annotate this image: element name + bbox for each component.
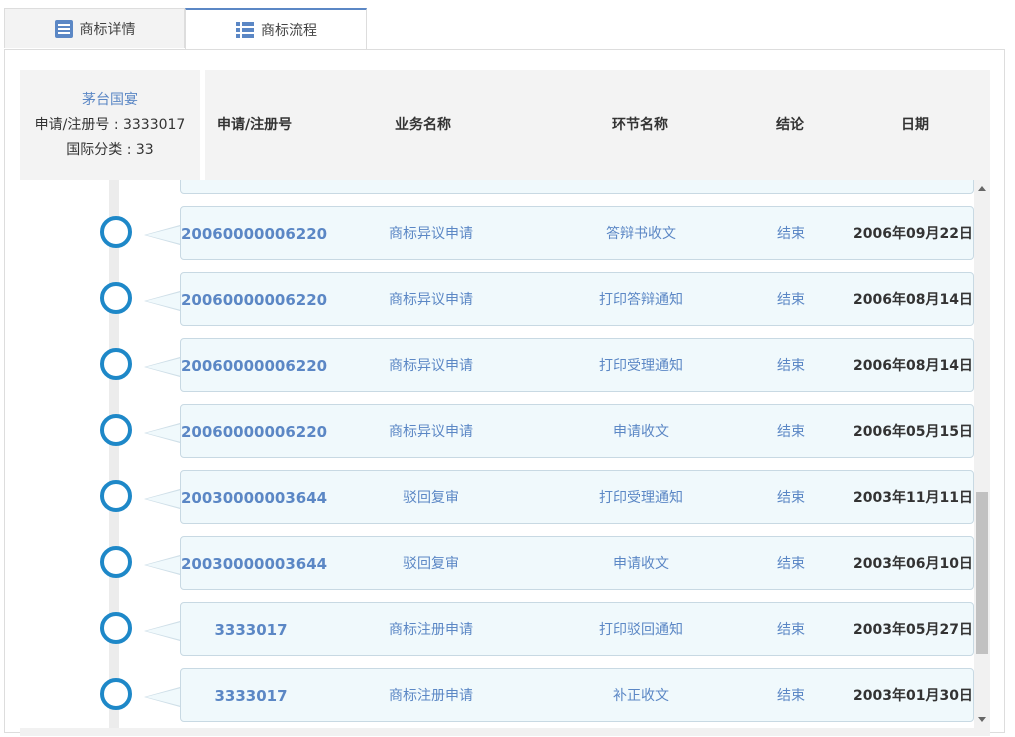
timeline-node-icon bbox=[100, 480, 132, 512]
flow-card: 20030000003644 驳回复审 申请收文 结束 2003年06月10日 bbox=[180, 536, 974, 590]
card-pointer-inner bbox=[146, 556, 181, 574]
row-result: 结束 bbox=[777, 622, 805, 638]
row-result: 结束 bbox=[777, 556, 805, 572]
timeline-row: 20060000006220 商标异议申请 答辩书收文 结束 2006年09月22日 bbox=[20, 206, 974, 272]
timeline-row: 3333017 商标注册申请 补正收文 结束 2003年01月30日 bbox=[20, 668, 974, 728]
row-date: 2003年05月27日 bbox=[853, 622, 973, 638]
tab-bar: 商标详情 商标流程 bbox=[4, 8, 1005, 49]
card-pointer-inner bbox=[146, 292, 181, 310]
timeline-node-icon bbox=[100, 216, 132, 248]
tab-trademark-detail[interactable]: 商标详情 bbox=[4, 8, 185, 48]
row-reg-no[interactable]: 20060000006220 bbox=[181, 273, 327, 327]
flow-card: 20060000006220 商标异议申请 打印答辩通知 结束 2006年08月14日 bbox=[180, 272, 974, 326]
column-header-business: 业务名称 bbox=[395, 117, 451, 133]
row-reg-no[interactable]: 3333017 bbox=[181, 669, 321, 723]
list-doc-icon bbox=[54, 19, 73, 38]
column-header-date: 日期 bbox=[901, 117, 929, 133]
timeline-node-icon bbox=[100, 678, 132, 710]
card-pointer-inner bbox=[146, 358, 181, 376]
flow-card: 20060000006220 商标异议申请 答辩书收文 结束 2006年09月22日 bbox=[180, 206, 974, 260]
card-pointer-inner bbox=[146, 688, 181, 706]
scroll-up-icon[interactable] bbox=[978, 186, 986, 191]
row-reg-no[interactable]: 20060000006220 bbox=[181, 405, 327, 459]
row-date: 2006年09月22日 bbox=[853, 226, 973, 242]
timeline-row: 20060000006220 商标异议申请 申请收文 结束 2006年05月15日 bbox=[20, 404, 974, 470]
row-reg-no[interactable]: 20060000006220 bbox=[181, 339, 327, 393]
row-date: 2006年05月15日 bbox=[853, 424, 973, 440]
row-date: 2006年08月14日 bbox=[853, 292, 973, 308]
timeline-scroll-area[interactable]: 20060000006220 商标异议申请 答辩书收文 结束 2006年09月22日 20… bbox=[20, 180, 990, 728]
flow-card: 3333017 商标注册申请 补正收文 结束 2003年01月30日 bbox=[180, 668, 974, 722]
row-reg-no[interactable]: 20030000003644 bbox=[181, 471, 327, 525]
timeline-row: 20060000006220 商标异议申请 打印受理通知 结束 2006年08月14日 bbox=[20, 338, 974, 404]
timeline-node-icon bbox=[100, 546, 132, 578]
brand-name[interactable]: 茅台国宴 bbox=[20, 88, 200, 113]
trademark-info-box: 茅台国宴 申请/注册号 : 3333017 国际分类 : 33 bbox=[20, 70, 200, 180]
column-header-result: 结论 bbox=[776, 117, 804, 133]
row-step: 答辩书收文 bbox=[606, 226, 676, 242]
row-step: 打印驳回通知 bbox=[599, 622, 683, 638]
row-result: 结束 bbox=[777, 490, 805, 506]
timeline-row: 3333017 商标注册申请 打印驳回通知 结束 2003年05月27日 bbox=[20, 602, 974, 668]
row-date: 2003年01月30日 bbox=[853, 688, 973, 704]
row-business: 商标异议申请 bbox=[389, 292, 473, 308]
tab-flow-label: 商标流程 bbox=[261, 22, 317, 39]
list-icon bbox=[236, 21, 254, 38]
international-class: 国际分类 : 33 bbox=[66, 142, 154, 158]
column-header-reg-no: 申请/注册号 bbox=[217, 117, 293, 133]
row-date: 2006年08月14日 bbox=[853, 358, 973, 374]
row-business: 商标异议申请 bbox=[389, 424, 473, 440]
row-business: 驳回复审 bbox=[403, 556, 459, 572]
row-date: 2003年11月11日 bbox=[853, 490, 973, 506]
scroll-down-icon[interactable] bbox=[978, 717, 986, 722]
row-step: 打印答辩通知 bbox=[599, 292, 683, 308]
row-reg-no[interactable]: 20030000003644 bbox=[181, 537, 327, 591]
row-result: 结束 bbox=[777, 292, 805, 308]
flow-card: 20060000006220 商标异议申请 打印受理通知 结束 2006年08月14日 bbox=[180, 338, 974, 392]
row-result: 结束 bbox=[777, 358, 805, 374]
row-step: 打印受理通知 bbox=[599, 490, 683, 506]
timeline-node-icon bbox=[100, 414, 132, 446]
row-step: 申请收文 bbox=[613, 424, 669, 440]
card-pointer-inner bbox=[146, 226, 181, 244]
row-date: 2003年06月10日 bbox=[853, 556, 973, 572]
card-pointer-inner bbox=[146, 424, 181, 442]
registration-number: 申请/注册号 : 3333017 bbox=[34, 117, 186, 133]
card-pointer-inner bbox=[146, 490, 181, 508]
timeline-node-icon bbox=[100, 612, 132, 644]
row-reg-no[interactable]: 3333017 bbox=[181, 603, 321, 657]
table-header: 申请/注册号 业务名称 环节名称 结论 日期 bbox=[205, 70, 990, 180]
vertical-scrollbar[interactable] bbox=[974, 180, 990, 728]
tab-detail-label: 商标详情 bbox=[79, 21, 136, 38]
timeline-node-icon bbox=[100, 282, 132, 314]
row-business: 商标注册申请 bbox=[389, 622, 473, 638]
horizontal-scrollbar[interactable] bbox=[20, 728, 990, 736]
timeline-node-icon bbox=[100, 348, 132, 380]
timeline-row: 20060000006220 商标异议申请 打印答辩通知 结束 2006年08月14日 bbox=[20, 272, 974, 338]
row-business: 商标异议申请 bbox=[389, 358, 473, 374]
flow-card: 3333017 商标注册申请 打印驳回通知 结束 2003年05月27日 bbox=[180, 602, 974, 656]
flow-card: 20030000003644 驳回复审 打印受理通知 结束 2003年11月11日 bbox=[180, 470, 974, 524]
row-step: 申请收文 bbox=[613, 556, 669, 572]
row-reg-no[interactable]: 20060000006220 bbox=[181, 207, 327, 261]
timeline-row: 20030000003644 驳回复审 打印受理通知 结束 2003年11月11日 bbox=[20, 470, 974, 536]
row-business: 商标注册申请 bbox=[389, 688, 473, 704]
row-step: 打印受理通知 bbox=[599, 358, 683, 374]
flow-card: 20060000006220 商标异议申请 申请收文 结束 2006年05月15日 bbox=[180, 404, 974, 458]
row-result: 结束 bbox=[777, 226, 805, 242]
row-result: 结束 bbox=[777, 424, 805, 440]
partial-row-card bbox=[180, 180, 974, 194]
row-business: 驳回复审 bbox=[403, 490, 459, 506]
card-pointer-inner bbox=[146, 622, 181, 640]
row-business: 商标异议申请 bbox=[389, 226, 473, 242]
column-header-step: 环节名称 bbox=[612, 117, 668, 133]
timeline-row: 20030000003644 驳回复审 申请收文 结束 2003年06月10日 bbox=[20, 536, 974, 602]
row-step: 补正收文 bbox=[613, 688, 669, 704]
row-result: 结束 bbox=[777, 688, 805, 704]
tab-trademark-flow[interactable]: 商标流程 bbox=[185, 8, 367, 49]
scrollbar-thumb[interactable] bbox=[976, 492, 988, 654]
